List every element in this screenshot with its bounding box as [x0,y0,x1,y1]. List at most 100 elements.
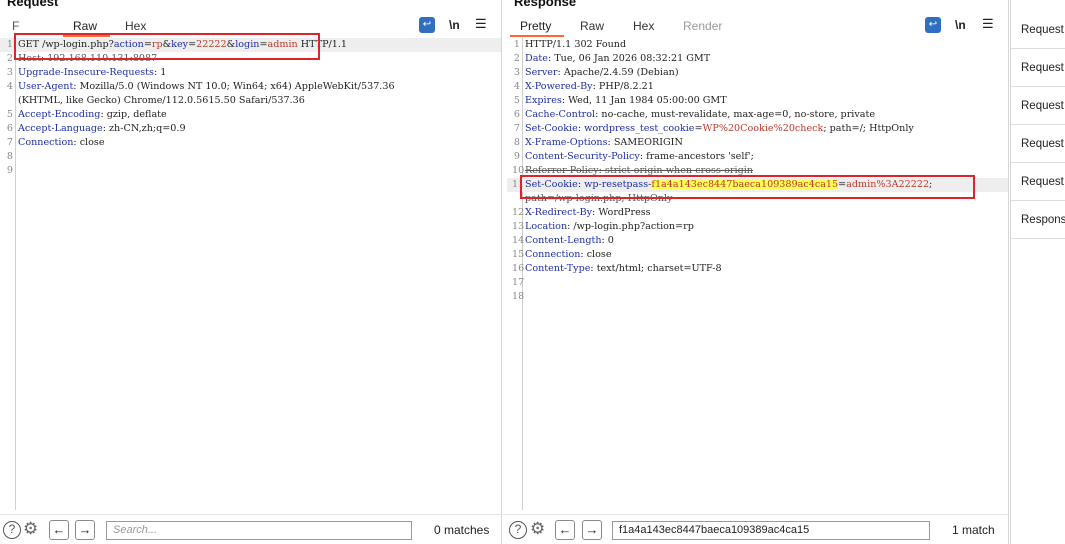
code-line[interactable]: 13 Location: /wp-login.php?action=rp [507,220,1008,234]
line-number: 2 [513,53,520,64]
code-line[interactable]: 17 [507,276,1008,290]
hamburger-menu-icon[interactable]: ☰ [475,16,487,32]
request-editor[interactable]: 1 GET /wp-login.php?action=rp&key=22222&l… [0,38,501,510]
line-text: Location: /wp-login.php?action=rp [525,221,694,232]
code-line[interactable]: 16 Content-Type: text/html; charset=UTF-8 [507,262,1008,276]
code-line[interactable]: 2 Date: Tue, 06 Jan 2026 08:32:21 GMT [507,52,1008,66]
code-line[interactable]: 9 Content-Security-Policy: frame-ancestor… [507,150,1008,164]
code-line[interactable]: 10 Referrer-Policy: strict-origin-when-cr… [507,164,1008,178]
tab-raw[interactable]: Raw [580,17,604,37]
sidebar-item-request-5[interactable]: Request [1011,163,1065,201]
request-match-count: 0 matches [434,523,490,537]
code-line[interactable]: 4 User-Agent: Mozilla/5.0 (Windows NT 10.… [0,80,501,94]
line-text: Referrer-Policy: strict-origin-when-cros… [525,165,753,176]
arrow-left-icon[interactable]: ← [49,520,69,540]
request-tabs: Raw Hex [0,17,200,37]
line-number: 11 [512,179,525,190]
line-text: Set-Cookie: wordpress_test_cookie=WP%20C… [525,123,914,134]
tab-render[interactable]: Render [683,17,722,37]
arrow-right-icon[interactable]: → [582,520,602,540]
code-line[interactable]: 14 Content-Length: 0 [507,234,1008,248]
code-line[interactable]: 11 Set-Cookie: wp-resetpass-f1a4a143ec844… [507,178,1008,192]
tab-pretty[interactable]: Pretty [509,17,565,37]
sidebar-divider[interactable] [1008,0,1009,544]
line-text: Connection: close [18,137,105,148]
code-line[interactable]: 3 Upgrade-Insecure-Requests: 1 [0,66,501,80]
request-pane: Request F Raw Hex ↩ \n ☰ 1 GET /wp-login.… [0,0,501,544]
sidebar-item-request-1[interactable]: Request [1011,11,1065,49]
code-line[interactable]: 2 Host: 192.168.110.131:8087 [0,52,501,66]
response-match-count: 1 match [952,523,995,537]
line-text: Cache-Control: no-cache, must-revalidate… [525,109,876,120]
line-text: Accept-Language: zh-CN,zh;q=0.9 [18,123,186,134]
newline-toggle-button[interactable]: \n [955,17,966,33]
sidebar-item-response[interactable]: Respons [1011,201,1065,239]
line-text: Set-Cookie: wp-resetpass-f1a4a143ec8447b… [525,179,933,190]
sidebar-item-request-4[interactable]: Request [1011,125,1065,163]
code-line[interactable]: 8 [0,150,501,164]
arrow-right-icon[interactable]: → [75,520,95,540]
line-text: X-Frame-Options: SAMEORIGIN [525,137,683,148]
tab-hex[interactable]: Hex [633,17,654,37]
pane-divider[interactable] [501,0,502,544]
line-text: Content-Type: text/html; charset=UTF-8 [525,263,722,274]
code-line[interactable]: 18 [507,290,1008,304]
code-line[interactable]: 5 Accept-Encoding: gzip, deflate [0,108,501,122]
response-search-bar: ? ⚙ ← → f1a4a143ec8447baeca109389ac4ca15… [503,514,1008,544]
line-number: 6 [513,109,520,120]
code-line[interactable]: (KHTML, like Gecko) Chrome/112.0.5615.50… [0,94,501,108]
help-circle-icon[interactable]: ? [3,521,21,539]
sidebar-item-request-2[interactable]: Request [1011,49,1065,87]
line-number: 9 [513,151,520,162]
line-number: 7 [6,137,13,148]
code-line[interactable]: 15 Connection: close [507,248,1008,262]
code-line[interactable]: 6 Accept-Language: zh-CN,zh;q=0.9 [0,122,501,136]
line-number: 3 [6,67,13,78]
code-line[interactable]: 7 Connection: close [0,136,501,150]
line-number: 6 [6,123,13,134]
code-line[interactable]: path=/wp-login.php; HttpOnly [507,192,1008,206]
sidebar-item-request-3[interactable]: Request [1011,87,1065,125]
line-number: 17 [512,277,525,288]
tab-hex[interactable]: Hex [125,17,146,37]
code-line[interactable]: 3 Server: Apache/2.4.59 (Debian) [507,66,1008,80]
request-title: Request [7,0,59,9]
tab-raw[interactable]: Raw [62,17,111,37]
response-tabs: Pretty Raw Hex Render [503,17,763,37]
code-line[interactable]: 5 Expires: Wed, 11 Jan 1984 05:00:00 GMT [507,94,1008,108]
line-number: 5 [6,109,13,120]
code-line[interactable]: 7 Set-Cookie: wordpress_test_cookie=WP%20… [507,122,1008,136]
inspector-sidebar: Request Request Request Request Request … [1010,0,1065,544]
hamburger-menu-icon[interactable]: ☰ [982,16,994,32]
line-number: 8 [6,151,13,162]
code-line[interactable]: 1 GET /wp-login.php?action=rp&key=22222&l… [0,38,501,52]
line-text: User-Agent: Mozilla/5.0 (Windows NT 10.0… [18,81,395,92]
wrap-text-icon[interactable]: ↩ [925,17,941,33]
line-number: 12 [512,207,525,218]
code-line[interactable]: 6 Cache-Control: no-cache, must-revalidat… [507,108,1008,122]
code-line[interactable]: 4 X-Powered-By: PHP/8.2.21 [507,80,1008,94]
wrap-text-icon[interactable]: ↩ [419,17,435,33]
code-line[interactable]: 1 HTTP/1.1 302 Found [507,38,1008,52]
gear-icon[interactable]: ⚙ [23,520,38,538]
gear-icon[interactable]: ⚙ [530,520,545,538]
newline-toggle-button[interactable]: \n [449,17,460,33]
line-number: 3 [513,67,520,78]
line-text: X-Redirect-By: WordPress [525,207,651,218]
response-pane: Response Pretty Raw Hex Render ↩ \n ☰ 1H… [503,0,1008,544]
line-number: 4 [6,81,13,92]
code-line[interactable]: 12 X-Redirect-By: WordPress [507,206,1008,220]
line-number: 7 [513,123,520,134]
code-line[interactable]: 9 [0,164,501,178]
line-text: path=/wp-login.php; HttpOnly [525,193,673,204]
arrow-left-icon[interactable]: ← [555,520,575,540]
help-circle-icon[interactable]: ? [509,521,527,539]
response-editor[interactable]: 1 HTTP/1.1 302 Found 2 Date: Tue, 06 Jan 20… [507,38,1008,510]
code-line[interactable]: 8 X-Frame-Options: SAMEORIGIN [507,136,1008,150]
line-number: 5 [513,95,520,106]
response-search-input[interactable]: f1a4a143ec8447baeca109389ac4ca15 [612,521,930,540]
line-number: 13 [512,221,525,232]
line-text: (KHTML, like Gecko) Chrome/112.0.5615.50… [18,95,305,106]
request-search-input[interactable]: Search... [106,521,412,540]
line-number: 18 [512,291,525,302]
